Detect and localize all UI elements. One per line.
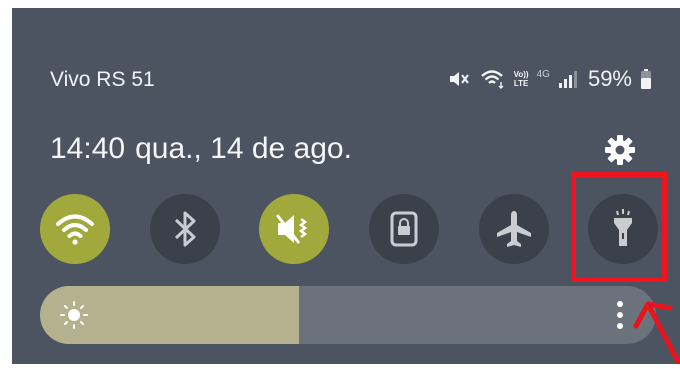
sun-icon — [58, 299, 90, 331]
bluetooth-tile[interactable] — [150, 194, 220, 264]
wifi-icon — [56, 214, 94, 245]
wifi-tile[interactable] — [40, 194, 110, 264]
status-icons: Vo)) LTE 4G 59% — [448, 66, 652, 92]
battery-percent: 59% — [587, 66, 632, 91]
brightness-slider[interactable] — [40, 286, 656, 344]
volte-bottom-label: LTE — [513, 79, 529, 88]
network-type-label: 4G — [536, 68, 550, 80]
screen-lock-rotation-icon — [390, 211, 418, 247]
flashlight-highlight-box — [571, 172, 667, 282]
volte-icon: Vo)) LTE — [514, 70, 529, 88]
clock-time: 14:40 — [50, 132, 126, 165]
bluetooth-icon — [174, 211, 196, 247]
clock-date: 14:40 qua., 14 de ago. — [50, 132, 352, 166]
airplane-icon — [497, 211, 531, 247]
gear-icon[interactable] — [603, 133, 637, 167]
sound-mute-icon — [275, 214, 308, 244]
more-vertical-icon[interactable] — [614, 299, 626, 331]
volte-top-label: Vo)) — [513, 70, 529, 79]
carrier-name: Vivo RS 51 — [50, 68, 155, 91]
date-label: qua., 14 de ago. — [135, 132, 352, 165]
airplane-tile[interactable] — [479, 194, 549, 264]
mute-vibrate-icon — [448, 69, 472, 89]
battery-icon — [640, 68, 652, 90]
annotation-arrow-icon — [628, 286, 680, 365]
screen-lock-tile[interactable] — [369, 194, 439, 264]
signal-icon — [558, 69, 580, 89]
sound-mute-tile[interactable] — [259, 194, 329, 264]
wifi-data-icon — [480, 69, 506, 89]
